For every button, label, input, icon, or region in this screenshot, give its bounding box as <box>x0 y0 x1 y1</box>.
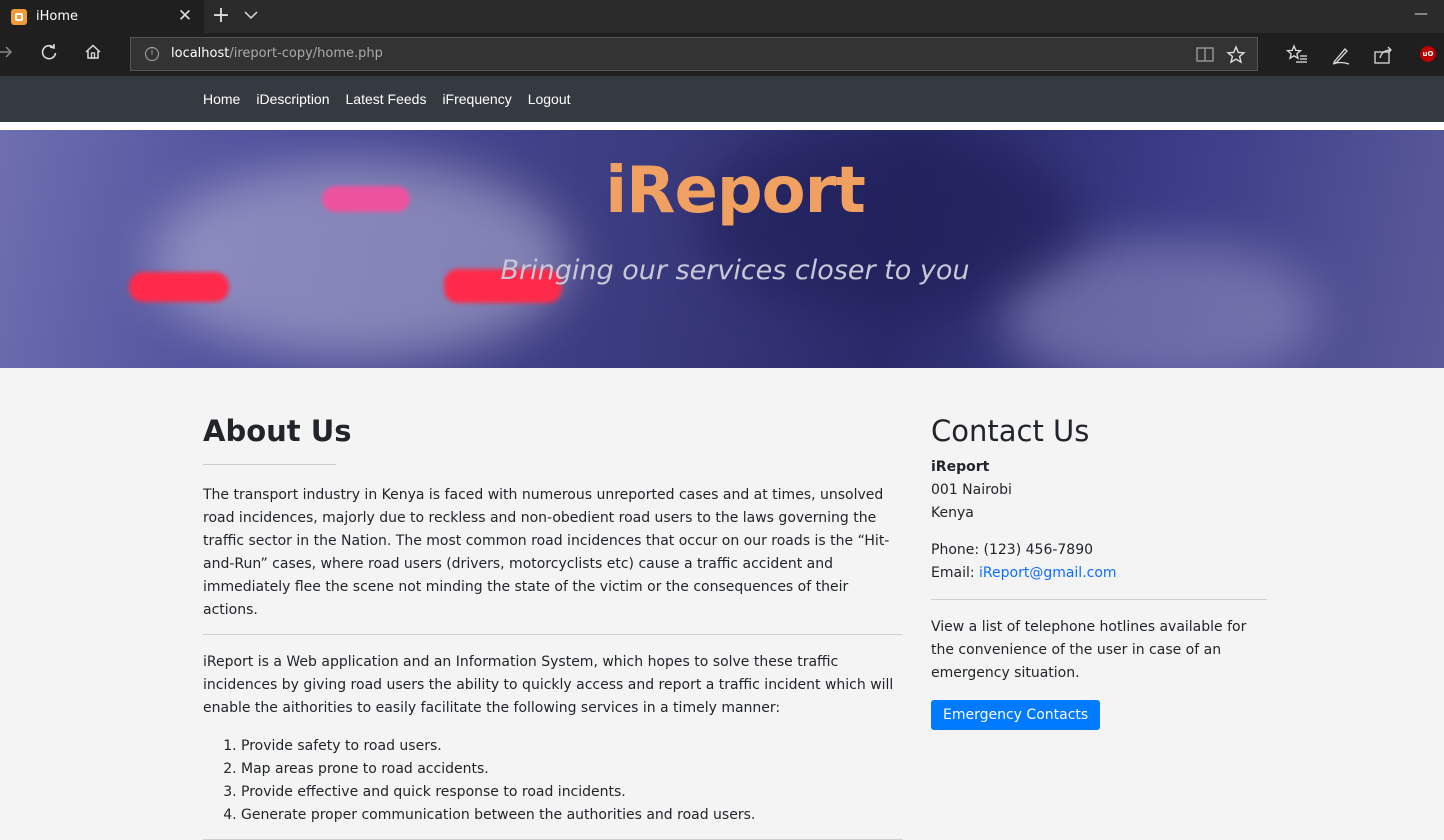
hero-title: iReport <box>605 154 866 228</box>
about-section: About Us The transport industry in Kenya… <box>203 414 903 840</box>
info-icon[interactable]: i <box>145 47 159 61</box>
favorites-icon[interactable] <box>1285 44 1308 66</box>
refresh-icon[interactable] <box>36 42 62 68</box>
hero-banner: iReport Bringing our services closer to … <box>0 130 1444 368</box>
new-tab-icon[interactable]: + <box>210 5 232 28</box>
xampp-favicon-icon <box>11 8 27 25</box>
address-line-2: Kenya <box>931 505 974 521</box>
contact-phone: Phone: (123) 456-7890 <box>931 542 1094 558</box>
contact-details: Phone: (123) 456-7890 Email: iReport@gma… <box>931 539 1267 585</box>
star-icon[interactable] <box>1226 45 1246 65</box>
url-bar[interactable]: i localhost/ireport-copy/home.php <box>130 37 1258 71</box>
share-icon[interactable] <box>1373 44 1395 66</box>
pen-icon[interactable] <box>1330 44 1352 66</box>
list-item: Generate proper communication between th… <box>241 804 903 827</box>
navbar-divider <box>0 122 1444 130</box>
divider <box>931 599 1267 600</box>
contact-heading: Contact Us <box>931 414 1090 448</box>
contact-section: Contact Us iReport 001 Nairobi Kenya Pho… <box>931 414 1267 730</box>
email-link[interactable]: iReport@gmail.com <box>979 565 1117 581</box>
forward-arrow-icon[interactable] <box>0 42 20 68</box>
tab-title: iHome <box>36 9 79 24</box>
chevron-down-icon[interactable] <box>243 7 263 27</box>
browser-tab[interactable]: iHome ✕ <box>0 0 204 33</box>
divider <box>203 634 903 635</box>
about-paragraph-1: The transport industry in Kenya is faced… <box>203 487 890 618</box>
emergency-contacts-button[interactable]: Emergency Contacts <box>931 700 1101 730</box>
about-heading: About Us <box>203 414 352 448</box>
list-item: Provide effective and quick response to … <box>241 781 903 804</box>
contact-email-row: Email: iReport@gmail.com <box>931 562 1267 585</box>
nav-links: Home iDescription Latest Feeds iFrequenc… <box>203 91 587 107</box>
about-paragraph-2: iReport is a Web application and an Info… <box>203 654 894 716</box>
home-icon[interactable] <box>80 42 106 68</box>
minimize-window-icon[interactable]: — <box>1414 6 1430 22</box>
email-label: Email: <box>931 565 975 581</box>
browser-address-bar: i localhost/ireport-copy/home.php uO <box>0 33 1444 76</box>
nav-link-home[interactable]: Home <box>203 91 240 107</box>
nav-link-latest-feeds[interactable]: Latest Feeds <box>346 91 427 107</box>
address-line-1: 001 Nairobi <box>931 482 1012 498</box>
list-item: Provide safety to road users. <box>241 735 903 758</box>
nav-link-idescription[interactable]: iDescription <box>256 91 329 107</box>
nav-link-ifrequency[interactable]: iFrequency <box>442 91 511 107</box>
contact-address: iReport 001 Nairobi Kenya <box>931 456 1267 525</box>
ublock-extension-icon[interactable]: uO <box>1420 46 1436 62</box>
contact-org: iReport <box>931 459 990 475</box>
services-list: Provide safety to road users. Map areas … <box>203 735 903 827</box>
hotline-note: View a list of telephone hotlines availa… <box>931 619 1247 681</box>
reading-view-icon[interactable] <box>1195 45 1215 65</box>
browser-tab-bar: iHome ✕ + — <box>0 0 1444 33</box>
list-item: Map areas prone to road accidents. <box>241 758 903 781</box>
heading-underline <box>203 464 336 465</box>
site-navbar: Home iDescription Latest Feeds iFrequenc… <box>0 76 1444 122</box>
hero-subtitle: Bringing our services closer to you <box>500 255 970 286</box>
url-text[interactable]: localhost/ireport-copy/home.php <box>171 46 383 61</box>
close-tab-icon[interactable]: ✕ <box>176 7 194 25</box>
nav-link-logout[interactable]: Logout <box>528 91 571 107</box>
